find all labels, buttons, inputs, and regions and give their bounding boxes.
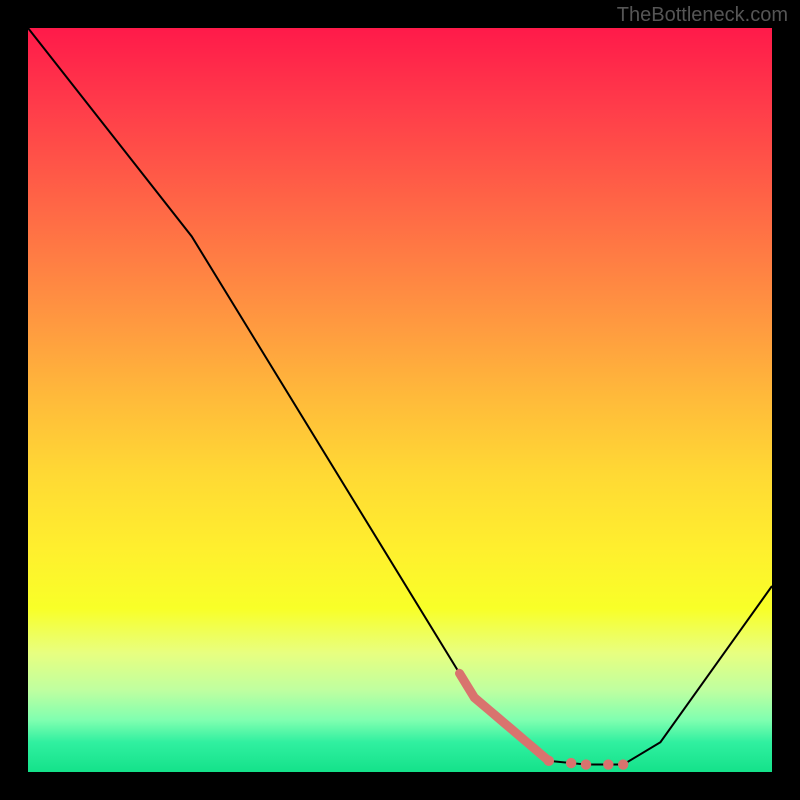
- highlight-segment-line: [460, 673, 549, 761]
- highlight-dot: [581, 759, 591, 769]
- highlight-dot: [603, 759, 613, 769]
- highlight-dots: [544, 756, 629, 770]
- chart-plot-area: [28, 28, 772, 772]
- bottleneck-curve-line: [28, 28, 772, 765]
- watermark-text: TheBottleneck.com: [617, 4, 788, 27]
- highlight-dot: [618, 759, 628, 769]
- highlight-dot: [544, 756, 554, 766]
- chart-svg: [28, 28, 772, 772]
- highlight-dot: [566, 758, 576, 768]
